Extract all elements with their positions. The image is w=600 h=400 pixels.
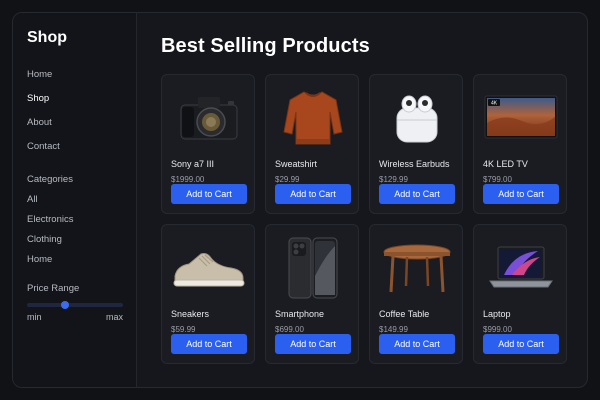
sneaker-icon [171, 235, 247, 301]
main-nav: Home Shop About Contact [27, 69, 122, 152]
product-card[interactable]: Sneakers $59.99 Add to Cart [161, 224, 255, 364]
product-card[interactable]: Wireless Earbuds $129.99 Add to Cart [369, 74, 463, 214]
category-home[interactable]: Home [27, 254, 122, 265]
product-card[interactable]: Sony a7 III $1999.00 Add to Cart [161, 74, 255, 214]
add-to-cart-button[interactable]: Add to Cart [379, 334, 455, 354]
add-to-cart-button[interactable]: Add to Cart [275, 334, 351, 354]
product-card[interactable]: Coffee Table $149.99 Add to Cart [369, 224, 463, 364]
camera-icon [171, 85, 247, 151]
sweatshirt-icon [275, 85, 351, 151]
sidebar: Shop Home Shop About Contact Categories … [13, 13, 137, 387]
product-grid: Sony a7 III $1999.00 Add to Cart Sweatsh… [161, 74, 587, 364]
product-card[interactable]: Sweatshirt $29.99 Add to Cart [265, 74, 359, 214]
add-to-cart-button[interactable]: Add to Cart [379, 184, 455, 204]
page-title: Best Selling Products [161, 35, 370, 57]
earbuds-icon [379, 85, 455, 151]
app-window: Shop Home Shop About Contact Categories … [12, 12, 588, 388]
table-icon [379, 235, 455, 301]
product-price: $129.99 [379, 175, 408, 184]
tv-icon: 4K [483, 85, 559, 151]
product-price: $59.99 [171, 325, 196, 334]
product-card[interactable]: Laptop $999.00 Add to Cart [473, 224, 567, 364]
product-name[interactable]: Laptop [483, 309, 557, 319]
product-price: $699.00 [275, 325, 304, 334]
category-clothing[interactable]: Clothing [27, 234, 122, 245]
add-to-cart-button[interactable]: Add to Cart [171, 334, 247, 354]
add-to-cart-button[interactable]: Add to Cart [483, 334, 559, 354]
category-all[interactable]: All [27, 194, 122, 205]
laptop-icon [483, 235, 559, 301]
smartphone-icon [275, 235, 351, 301]
product-price: $799.00 [483, 175, 512, 184]
add-to-cart-button[interactable]: Add to Cart [483, 184, 559, 204]
add-to-cart-button[interactable]: Add to Cart [275, 184, 351, 204]
category-electronics[interactable]: Electronics [27, 214, 122, 225]
price-min-label: min [27, 312, 42, 322]
product-name[interactable]: Coffee Table [379, 309, 453, 319]
price-slider-thumb[interactable] [61, 301, 70, 309]
price-range-title: Price Range [27, 283, 80, 294]
categories-title: Categories [27, 174, 73, 185]
add-to-cart-button[interactable]: Add to Cart [171, 184, 247, 204]
product-name[interactable]: Sweatshirt [275, 159, 349, 169]
nav-home[interactable]: Home [27, 69, 122, 80]
brand-logo[interactable]: Shop [27, 29, 122, 47]
product-card[interactable]: 4K 4K LED TV $799.00 Add to Cart [473, 74, 567, 214]
product-name[interactable]: Wireless Earbuds [379, 159, 453, 169]
product-name[interactable]: 4K LED TV [483, 159, 557, 169]
nav-contact[interactable]: Contact [27, 141, 122, 152]
price-max-label: max [105, 312, 123, 322]
product-name[interactable]: Sneakers [171, 309, 245, 319]
price-range-slider[interactable] [27, 301, 123, 309]
main-content: Best Selling Products Sony a7 III $1999.… [161, 35, 587, 364]
product-price: $1999.00 [171, 175, 205, 184]
category-list: All Electronics Clothing Home [27, 194, 122, 265]
nav-about[interactable]: About [27, 117, 122, 128]
price-range-labels: min max [27, 312, 123, 322]
nav-shop[interactable]: Shop [27, 93, 122, 104]
product-card[interactable]: Smartphone $699.00 Add to Cart [265, 224, 359, 364]
product-name[interactable]: Smartphone [275, 309, 349, 319]
product-price: $29.99 [275, 175, 300, 184]
tv-badge: 4K [491, 101, 498, 107]
product-price: $149.99 [379, 325, 408, 334]
product-price: $999.00 [483, 325, 512, 334]
product-name[interactable]: Sony a7 III [171, 159, 245, 169]
